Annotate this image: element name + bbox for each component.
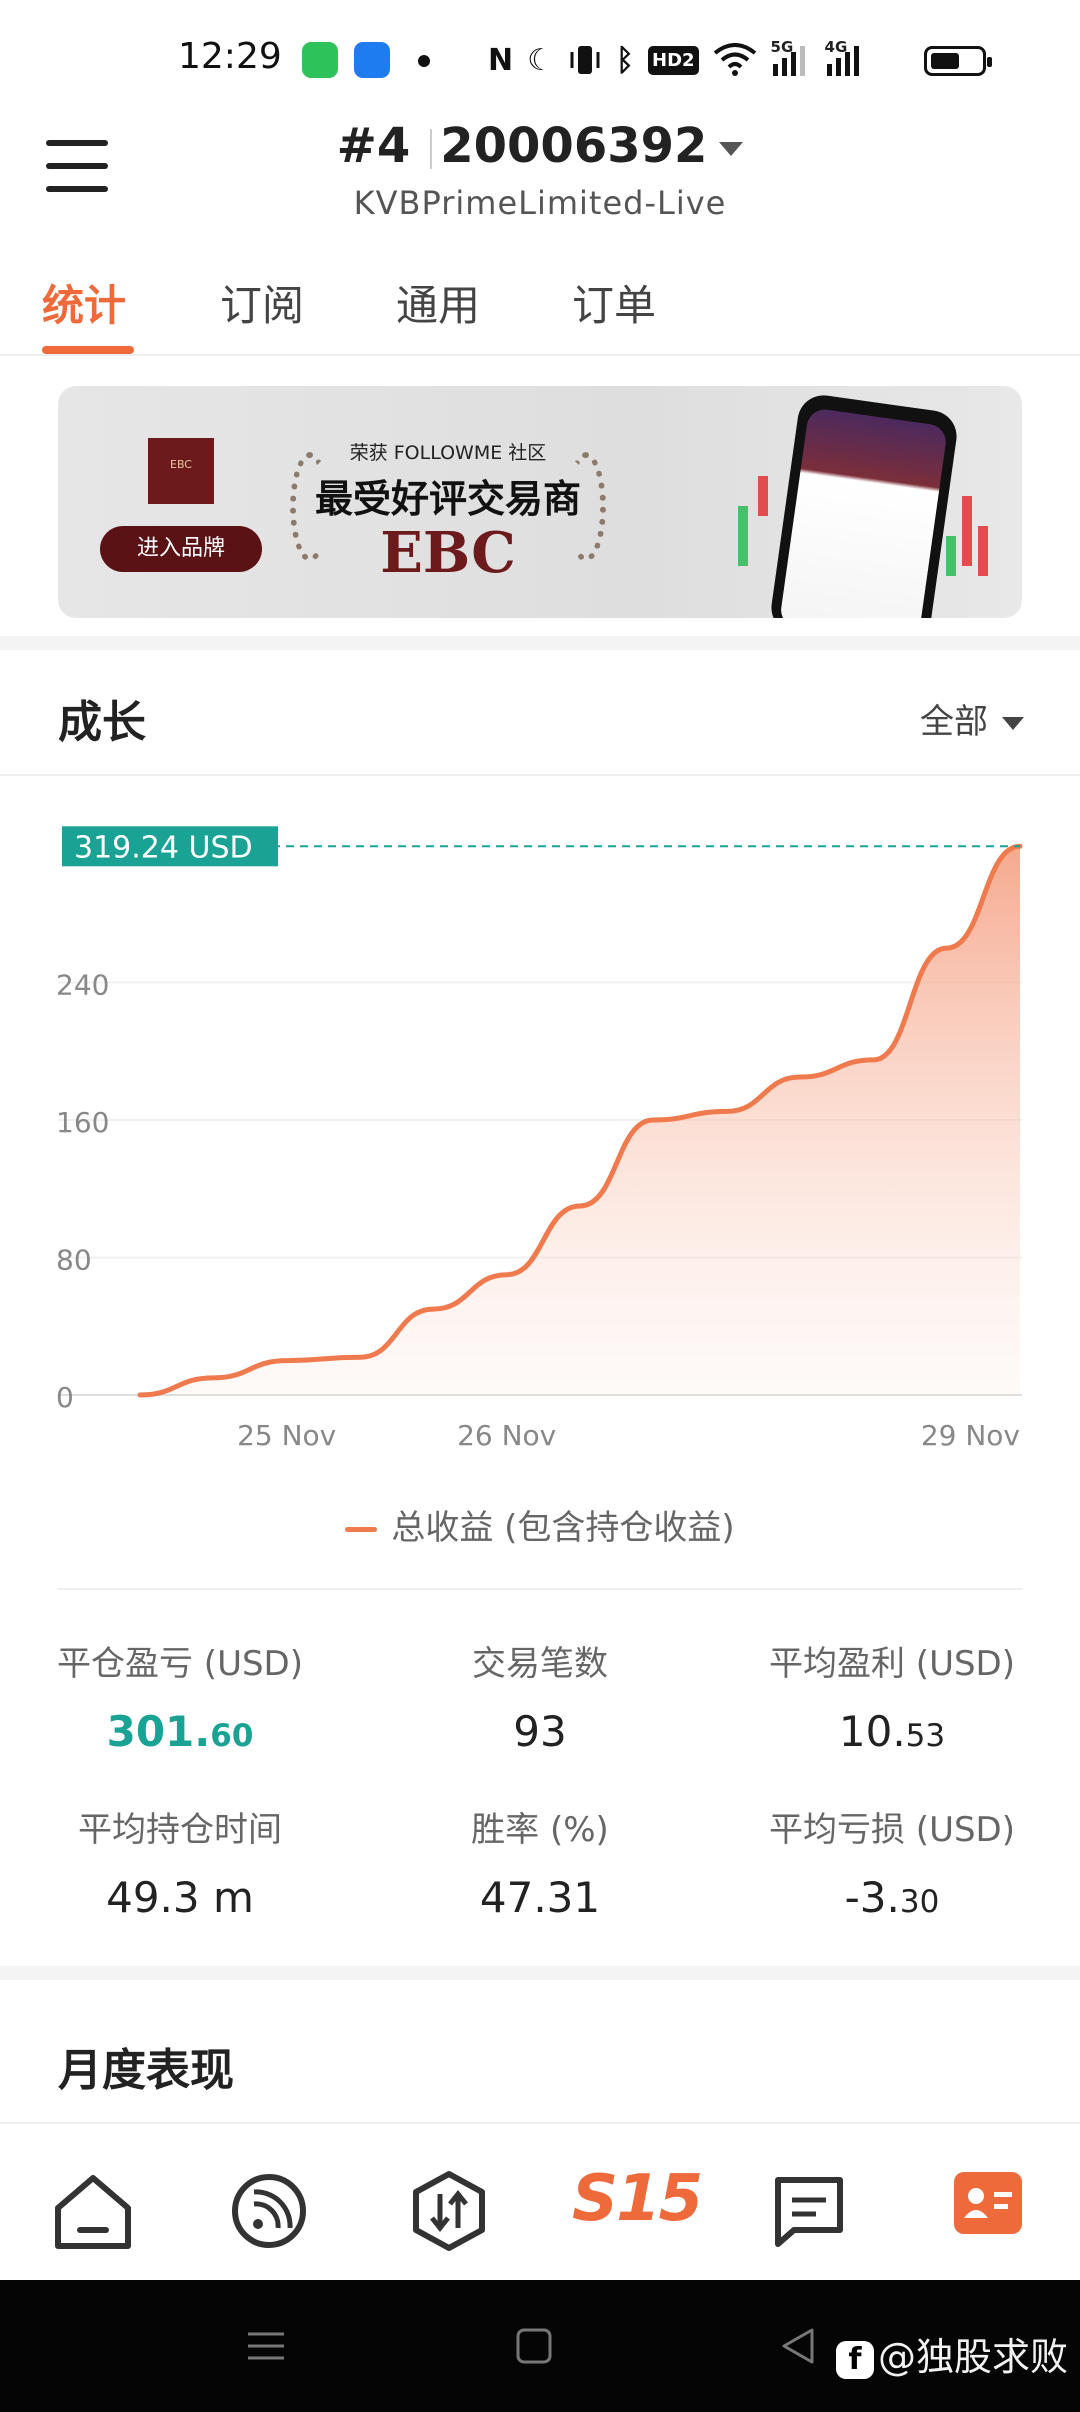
notification-dot [418,55,430,67]
feed-icon[interactable] [224,2168,314,2254]
tab-general[interactable]: 通用 [396,272,480,333]
growth-title: 成长 [58,697,146,748]
candlestick-decoration [946,536,956,576]
section-separator [0,1966,1080,1980]
section-separator [0,636,1080,650]
tab-subscribe[interactable]: 订阅 [220,272,304,333]
moon-icon: ☾ [527,42,555,78]
phone-mockup-image [768,392,960,618]
growth-header: 成长 全部 [0,650,1080,776]
y-tick-label: 240 [56,969,109,1002]
stat-avg-profit: 平均盈利 (USD) 10.53 [769,1644,1015,1756]
bluetooth-icon: ᛒ [616,42,635,78]
stat-avg-loss: 平均亏损 (USD) -3.30 [769,1810,1015,1922]
4g-signal-icon: 4G [825,38,865,78]
chevron-down-icon [1002,717,1024,730]
wifi-icon [713,43,756,76]
growth-chart[interactable]: 0 80 160 240 319.24 USD 25 Nov 26 Nov 29 Nov [0,790,1080,1570]
divider [430,129,433,169]
current-value-label: 319.24 USD [74,830,253,865]
profile-icon[interactable] [954,2172,1022,2234]
candlestick-decoration [738,506,748,566]
recents-icon[interactable] [248,2330,284,2362]
stat-closed-pnl: 平仓盈亏 (USD) 301.60 [57,1644,303,1756]
server-name: KVBPrimeLimited-Live [353,184,727,222]
y-tick-label: 0 [56,1381,74,1414]
candlestick-decoration [962,496,972,566]
watermark-logo-icon: f [835,2340,874,2379]
hd-icon: HD2 [648,45,699,75]
trade-icon[interactable] [404,2168,494,2254]
account-rank: #4 [336,118,411,174]
candlestick-decoration [758,476,768,516]
stat-win-rate: 胜率 (%) 47.31 [471,1810,609,1922]
home-icon[interactable] [48,2168,138,2254]
account-number: 20006392 [440,118,708,174]
chart-legend: 总收益 (包含持仓收益) [0,1500,1080,1549]
status-bar: 12:29 N ☾ ᛒ HD2 5G 4G [0,0,1080,120]
enter-brand-button[interactable]: 进入品牌 [100,526,262,572]
x-tick-label: 29 Nov [921,1419,1020,1452]
y-tick-label: 160 [56,1106,109,1139]
account-selector[interactable]: #4 20006392 [0,118,1080,174]
chevron-down-icon [719,142,744,156]
phone-app-icon [302,42,338,78]
candlestick-decoration [978,526,988,576]
back-icon[interactable] [780,2326,816,2366]
watermark: f @独股求败 [835,2326,1068,2381]
legend-swatch [345,1527,378,1532]
stat-avg-hold-time: 平均持仓时间 49.3 m [78,1810,282,1922]
tab-orders[interactable]: 订单 [572,272,656,333]
vibrate-icon [570,46,600,74]
tab-bar: 统计 订阅 通用 订单 [0,262,1080,356]
messages-icon[interactable] [764,2168,854,2254]
award-brand: EBC [380,520,516,586]
brand-logo: EBC [148,438,214,504]
shield-app-icon [354,42,390,78]
tab-statistics[interactable]: 统计 [42,272,126,333]
x-tick-label: 25 Nov [237,1419,336,1452]
nfc-icon: N [488,42,514,78]
divider [58,1588,1022,1590]
stat-trade-count: 交易笔数 93 [472,1644,608,1756]
bottom-nav: S15 [0,2138,1080,2280]
status-time: 12:29 [178,36,282,77]
monthly-title: 月度表现 [58,2045,234,2096]
tab-underline [42,346,134,354]
award-title: 最受好评交易商 [314,477,581,521]
range-dropdown[interactable]: 全部 [920,694,1024,743]
5g-signal-icon: 5G [771,38,811,78]
award-subtitle: 荣获 FOLLOWME 社区 [349,442,547,464]
monthly-header: 月度表现 [0,1994,1080,2124]
home-nav-icon[interactable] [516,2328,552,2364]
status-icons: N ☾ ᛒ HD2 5G 4G [488,38,865,82]
y-tick-label: 80 [56,1244,92,1277]
promo-banner[interactable]: EBC 进入品牌 荣获 FOLLOWME 社区 最受好评交易商 EBC [58,386,1022,618]
s15-icon[interactable]: S15 [572,2162,703,2236]
battery-icon [924,46,992,76]
system-nav-bar: f @独股求败 [0,2280,1080,2412]
x-tick-label: 26 Nov [457,1419,556,1452]
